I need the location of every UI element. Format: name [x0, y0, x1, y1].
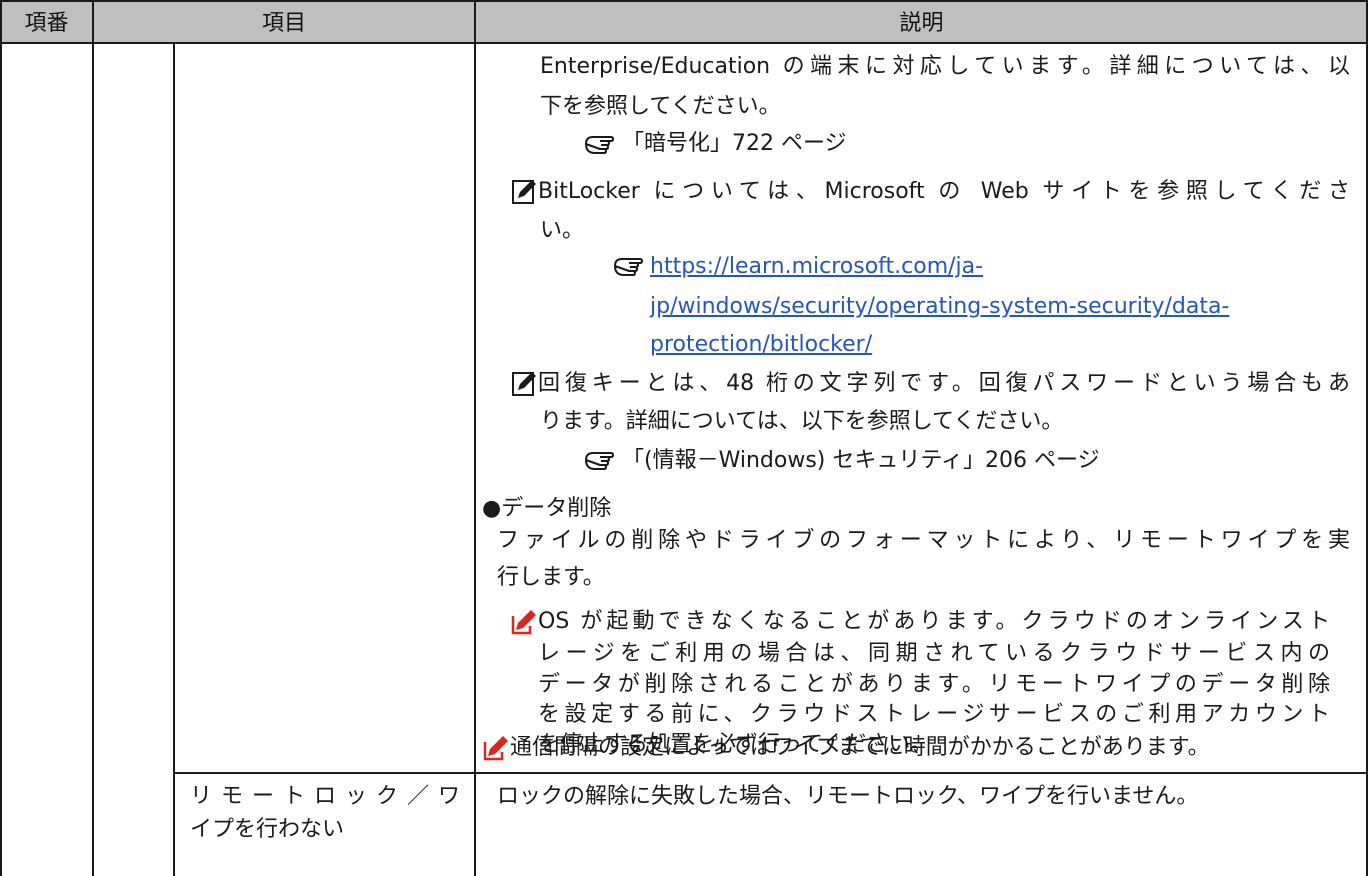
caution-line: OS が起動できなくなることがあります。クラウドのオンラインスト — [538, 609, 1330, 634]
desc-line: Enterprise/Education の端末に対応しています。詳細については… — [540, 54, 1350, 79]
table-border-top — [0, 0, 1368, 2]
caution-line: レージをご利用の場合は、同期されているクラウドサービス内の — [538, 641, 1330, 666]
caution-interval: 通信間隔の設定によってはワイプまでに時間がかかることがあります。 — [510, 735, 1210, 760]
note-recovery-line: ります。詳細については、以下を参照してください。 — [540, 409, 1064, 434]
row2-desc: ロックの解除に失敗した場合、リモートロック、ワイプを行いません。 — [497, 784, 1199, 809]
caution-line: を設定する前に、クラウドストレージサービスのご利用アカウント — [538, 702, 1330, 727]
note-bitlocker-line: い。 — [540, 218, 585, 243]
desc-line: 下を参照してください。 — [540, 94, 781, 119]
pointing-hand-icon — [585, 136, 614, 154]
col-divider-1 — [92, 0, 94, 876]
caution-pencil-icon — [483, 736, 508, 761]
caution-line: データが削除されることがあります。リモートワイプのデータ削除 — [538, 672, 1330, 697]
row2-item-line: イプを行わない — [190, 817, 345, 842]
note-bitlocker-line: BitLocker については、Microsoft の Web サイトを参照して… — [538, 179, 1350, 204]
memo-pencil-icon — [512, 180, 536, 204]
memo-pencil-icon — [512, 372, 536, 396]
row-divider — [175, 772, 1368, 774]
row2-item-line: リモートロック／ワ — [190, 784, 460, 809]
header-divider — [0, 42, 1368, 44]
col-divider-2 — [173, 42, 175, 876]
caution-pencil-icon — [511, 610, 536, 635]
pointing-hand-icon — [614, 258, 643, 276]
bitlocker-link[interactable]: jp/windows/security/operating-system-sec… — [650, 295, 1229, 319]
delete-desc-line: ファイルの削除やドライブのフォーマットにより、リモートワイプを実 — [497, 528, 1350, 553]
ref-encryption[interactable]: 「暗号化」722 ページ — [622, 132, 847, 156]
col-divider-3 — [474, 0, 476, 876]
ref-security[interactable]: 「(情報－Windows) セキュリティ」206 ページ — [622, 449, 1100, 473]
header-col-desc: 説明 — [475, 0, 1368, 42]
spec-table: 項番 項目 説明 Enterprise/Education の端末に対応していま… — [0, 0, 1368, 876]
delete-desc-line: 行します。 — [497, 565, 605, 590]
bullet-heading: ●データ削除 — [482, 496, 612, 521]
header-col-item: 項目 — [93, 0, 475, 42]
pointing-hand-icon — [585, 452, 614, 470]
bitlocker-link[interactable]: https://learn.microsoft.com/ja- — [650, 255, 983, 279]
header-col-num: 項番 — [0, 0, 93, 42]
table-border-left — [0, 0, 2, 876]
note-recovery-line: 回復キーとは、48 桁の文字列です。回復パスワードという場合もあ — [538, 371, 1350, 396]
bitlocker-link[interactable]: protection/bitlocker/ — [650, 333, 872, 357]
